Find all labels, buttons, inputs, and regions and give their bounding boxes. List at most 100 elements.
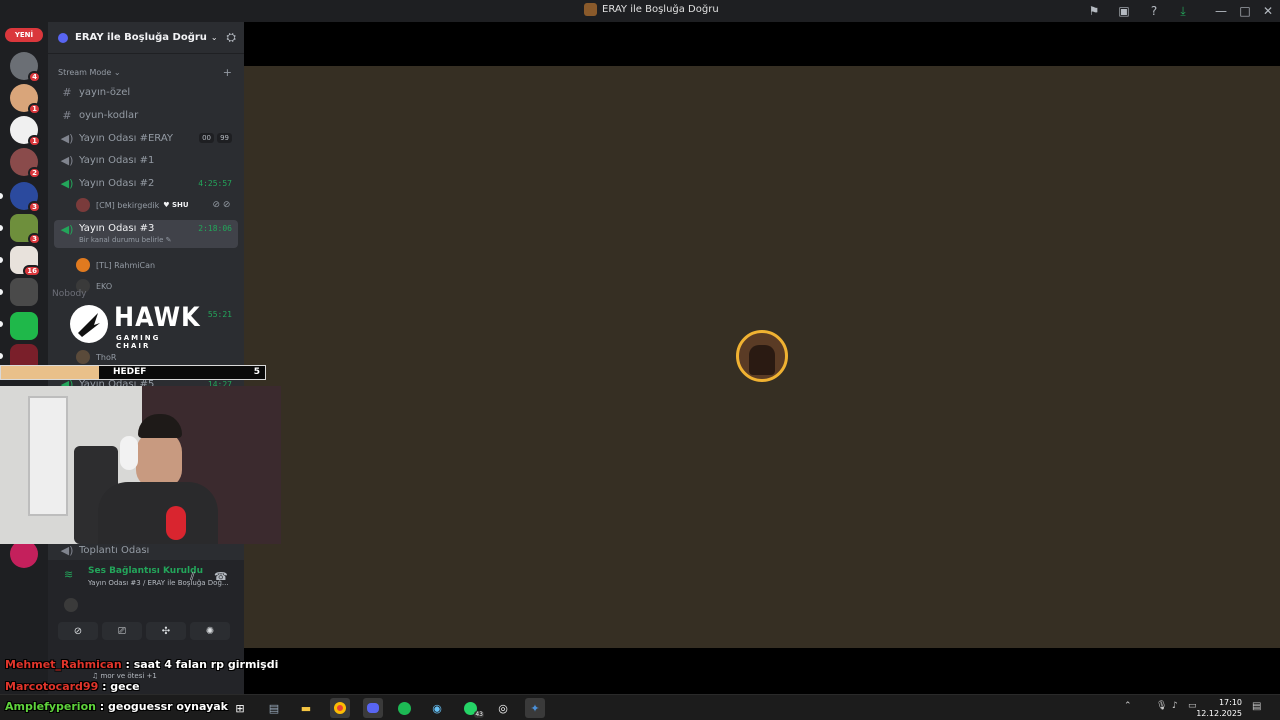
channel-name: Yayın Odası #1 — [79, 154, 155, 166]
minimize-icon[interactable]: — — [1213, 3, 1229, 19]
clan-tag-text: SHU — [171, 201, 189, 209]
now-playing-text: mor ve ötesi +1 — [100, 672, 157, 680]
channel-name: Toplantı Odası — [79, 544, 150, 556]
now-playing: ♫ mor ve ötesi +1 — [92, 672, 157, 680]
inbox-icon[interactable]: ▣ — [1116, 3, 1132, 19]
volume-icon[interactable]: ♪ — [1172, 701, 1178, 711]
category-header[interactable]: Stream Mode ⌄ — [58, 68, 121, 77]
stream-letterbox-bottom — [244, 648, 1280, 694]
goal-count: 5 — [253, 367, 260, 377]
avatar — [76, 198, 90, 212]
microphone-icon[interactable]: 🎙 — [1156, 701, 1167, 711]
voice-user[interactable]: ThoR — [76, 348, 116, 366]
unread-pip — [0, 289, 3, 295]
server-icon — [584, 3, 597, 16]
disconnect-icon[interactable]: ☎ — [214, 570, 228, 583]
server-icon-2[interactable]: 1 — [10, 84, 41, 115]
notification-icon[interactable]: ▤ — [1252, 701, 1261, 712]
avatar-image — [749, 345, 775, 375]
whatsapp-icon[interactable]: 43 — [460, 698, 484, 718]
download-icon[interactable]: ⤓ — [1175, 3, 1191, 19]
avatar — [76, 258, 90, 272]
clock[interactable]: 17:10 12.12.2025 — [1196, 697, 1242, 719]
close-icon[interactable]: ✕ — [1260, 3, 1276, 19]
channel-yayin-odasi-1[interactable]: ◀) Yayın Odası #1 — [54, 150, 238, 170]
taskbar: ⊞ ▤ ▬ ◉ 43 ◎ ✦ Amplefyperion : geoguessr… — [0, 694, 1280, 720]
unread-badge: 2 — [28, 167, 41, 179]
server-icon-8[interactable] — [10, 278, 38, 306]
hawk-logo-icon — [70, 305, 108, 343]
maximize-icon[interactable]: □ — [1237, 3, 1253, 19]
chat-text: : gece — [98, 680, 140, 693]
tray-chevron-icon[interactable]: ⌃ — [1124, 701, 1132, 711]
soundboard-button[interactable]: ✺ — [190, 622, 230, 640]
sponsor-word: HAWK — [114, 301, 201, 333]
unread-pip — [0, 225, 3, 231]
webcam-headphones — [120, 436, 138, 470]
speaker-icon: ◀) — [60, 153, 74, 167]
user-limit: 99 — [217, 133, 232, 143]
camera-off-button[interactable]: ⊘ — [58, 622, 98, 640]
sponsor-logo: HAWK GAMING CHAIR — [70, 302, 200, 350]
clock-time: 17:10 — [1218, 698, 1242, 707]
server-icon-1[interactable]: 4 — [10, 52, 41, 83]
chrome-icon[interactable] — [330, 698, 350, 718]
unread-badge: 3 — [28, 201, 41, 213]
signal-icon[interactable]: ≋ — [64, 568, 73, 581]
goal-bar: HEDEF 5 — [0, 365, 266, 380]
noise-suppression-icon[interactable]: ⫽ — [190, 570, 195, 584]
hash-icon: # — [62, 108, 72, 122]
new-badge[interactable]: YENİ — [5, 28, 43, 42]
help-icon[interactable]: ? — [1146, 3, 1162, 19]
user-name: [CM] bekirgedik — [96, 200, 160, 210]
activities-button[interactable]: ✣ — [146, 622, 186, 640]
chevron-down-icon: ⌄ — [210, 33, 218, 42]
channel-yayin-ozel[interactable]: # yayın-özel — [54, 82, 238, 102]
guild-header[interactable]: ERAY ile Boşluğa Doğru ⌄ ⛭ — [48, 22, 244, 54]
server-icon-5[interactable]: 3 — [10, 182, 41, 213]
window-title-text: ERAY ile Boşluğa Doğru — [602, 4, 719, 15]
chat-message: Mehmet_Rahmican : saat 4 falan rp girmiş… — [5, 658, 278, 671]
add-channel-icon[interactable]: + — [223, 66, 232, 79]
unread-badge: 4 — [28, 71, 41, 83]
voice-location[interactable]: Yayın Odası #3 / ERAY ile Boşluğa Doğ... — [88, 579, 229, 587]
server-icon-6[interactable]: 3 — [10, 214, 41, 245]
channel-status[interactable]: Bir kanal durumu belirle ✎ — [79, 236, 172, 244]
voice-status[interactable]: Ses Bağlantısı Kuruldu — [88, 566, 203, 576]
voice-user[interactable]: [TL] RahmiCan — [76, 256, 155, 274]
channel-yayin-odasi-2[interactable]: ◀) Yayın Odası #2 4:25:57 — [54, 173, 238, 193]
chat-text: : saat 4 falan rp girmişdi — [121, 658, 279, 671]
unread-pip — [0, 353, 3, 359]
unread-badge: 1 — [28, 103, 41, 115]
screen-share-button[interactable]: ⎚ — [102, 622, 142, 640]
chat-message: Amplefyperion : geoguessr oynayak — [5, 700, 228, 713]
channel-oyun-kodlar[interactable]: # oyun-kodlar — [54, 105, 238, 125]
speaker-icon: ◀) — [60, 131, 74, 145]
server-icon-9[interactable] — [10, 312, 38, 340]
app-icon[interactable]: ▤ — [264, 698, 284, 718]
channel-yayin-odasi-3[interactable]: ◀) Yayın Odası #3 Bir kanal durumu belir… — [54, 220, 238, 248]
discord-icon[interactable] — [363, 698, 383, 718]
channel-yayin-odasi-eray[interactable]: ◀) Yayın Odası #ERAY 00 99 — [54, 128, 238, 148]
server-icon-11[interactable] — [10, 540, 38, 568]
screen: ERAY ile Boşluğa Doğru ⚑ ▣ ? ⤓ — □ ✕ YEN… — [0, 0, 1280, 720]
session-timer: 55:21 — [207, 309, 232, 319]
unread-pip — [0, 193, 3, 199]
server-icon-7[interactable]: 16 — [10, 246, 41, 277]
speaking-avatar[interactable] — [736, 330, 788, 382]
invite-icon[interactable]: ⛭ — [226, 30, 236, 45]
server-icon-4[interactable]: 2 — [10, 148, 41, 179]
spotify-icon[interactable] — [394, 698, 414, 718]
whatsapp-badge: 43 — [474, 711, 484, 718]
voice-user[interactable]: [CM] bekirgedik ♥ SHU ⊘ ⊘ — [76, 196, 230, 214]
steam-icon[interactable]: ◉ — [427, 698, 447, 718]
server-rail: YENİ 4 1 1 2 3 3 16 — [0, 22, 48, 694]
file-explorer-icon[interactable]: ▬ — [296, 698, 316, 718]
flag-icon[interactable]: ⚑ — [1086, 3, 1102, 19]
server-icon-3[interactable]: 1 — [10, 116, 41, 147]
task-view-icon[interactable]: ⊞ — [230, 698, 250, 718]
muted-icon: ⊘ ⊘ — [212, 200, 231, 210]
obs-icon[interactable]: ◎ — [493, 698, 513, 718]
app-icon-2[interactable]: ✦ — [525, 698, 545, 718]
channel-name: Yayın Odası #ERAY — [79, 132, 173, 144]
